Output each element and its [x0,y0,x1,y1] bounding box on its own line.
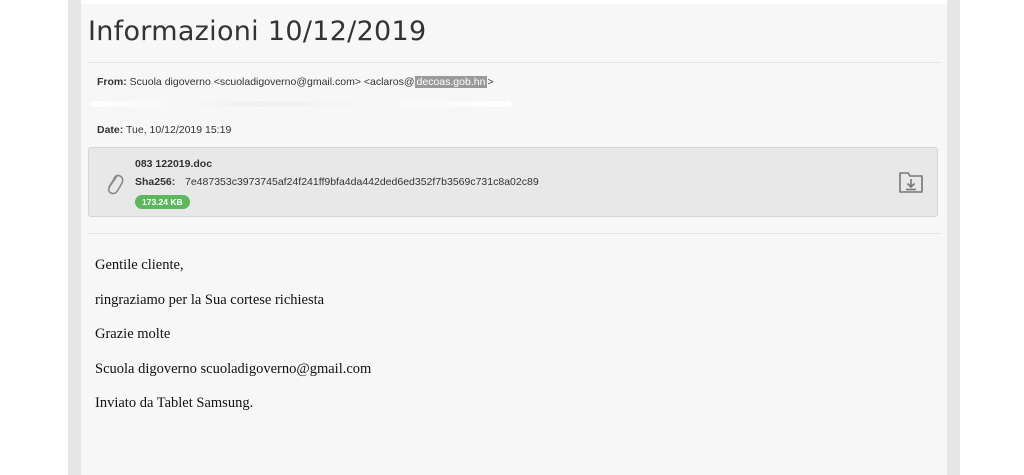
body-line: Scuola digoverno scuoladigoverno@gmail.c… [95,360,372,377]
size-badge: 173.24 KB [135,195,190,209]
from-line: From: Scuola digoverno <scuoladigoverno@… [97,76,494,88]
body-line: ringraziamo per la Sua cortese richiesta [95,291,325,308]
date-label: Date: [97,124,124,136]
from-value: Scuola digoverno <scuoladigoverno@gmail.… [129,76,415,88]
from-suffix: > [487,76,494,88]
body-line: Gentile cliente, [95,257,184,273]
divider [88,233,940,234]
date-line: Date: Tue, 10/12/2019 15:19 [97,124,231,136]
attachment-box: 083 122019.doc Sha256: 7e487353c3973745a… [88,147,938,217]
date-value: Tue, 10/12/2019 15:19 [126,124,232,136]
attachment-name[interactable]: 083 122019.doc [135,158,212,170]
paperclip-icon [107,174,124,195]
sha-label: Sha256: [135,176,176,188]
email-subject: Informazioni 10/12/2019 [88,16,427,47]
from-label: From: [97,76,127,88]
redacted-line [91,101,511,107]
email-view: Informazioni 10/12/2019 From: Scuola dig… [81,0,947,475]
email-body: Gentile cliente, ringraziamo per la Sua … [95,248,371,421]
sha-value: 7e487353c3973745af24f241ff9bfa4da442ded6… [185,176,539,188]
body-line: Inviato da Tablet Samsung. [95,395,254,411]
left-margin [68,0,81,475]
from-highlight[interactable]: decoas.gob.hn [414,76,488,88]
divider [88,62,940,63]
download-icon[interactable] [898,170,924,194]
body-line: Grazie molte [95,326,171,342]
right-margin [947,0,960,475]
